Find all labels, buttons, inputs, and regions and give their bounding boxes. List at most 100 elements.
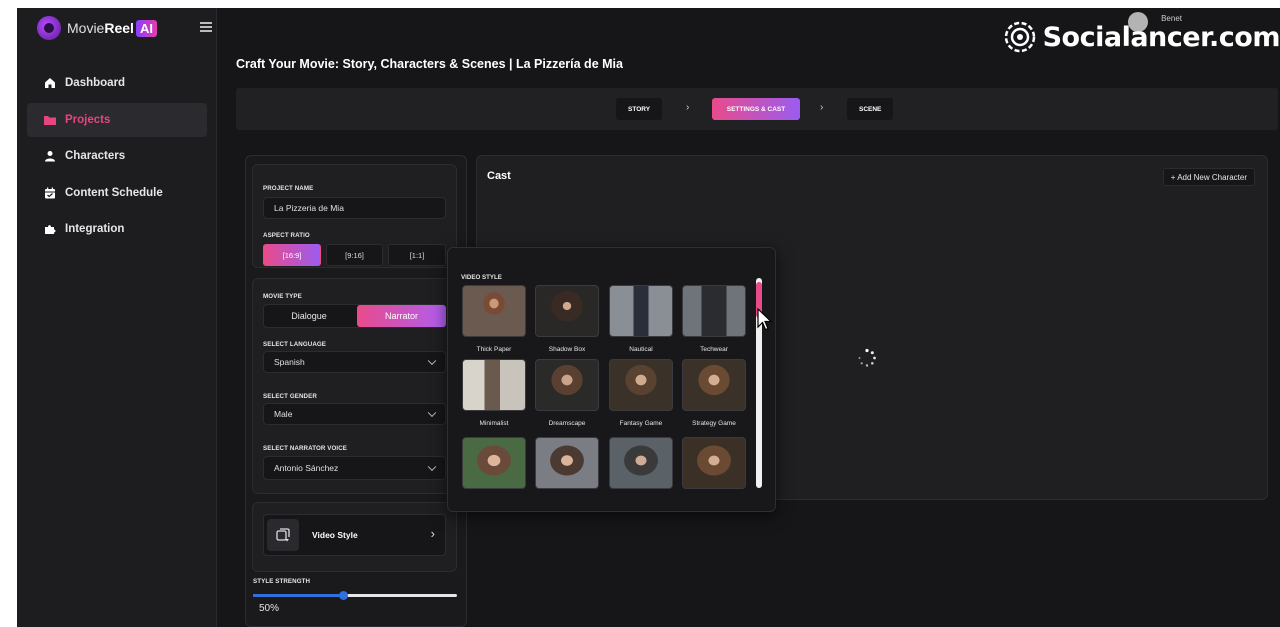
step-label: SETTINGS & CAST [726,105,786,113]
style-thumb-dreamscape[interactable] [535,359,599,411]
project-name-label: PROJECT NAME [263,185,314,192]
project-name-input[interactable]: La Pizzeria de Mia [263,197,446,219]
logo-prefix: Movie [67,20,105,36]
language-value: Spanish [274,357,305,367]
aspect-ratio-label-text: [1:1] [409,250,425,260]
narrator-voice-select[interactable]: Antonio Sánchez [263,456,446,480]
video-style-popup: VIDEO STYLE Thick Paper Shadow Box Nauti… [447,247,776,512]
logo-ai-badge: AI [135,20,157,37]
sidebar-item-label: Content Schedule [65,187,163,199]
style-name: Shadow Box [548,346,586,353]
progress-stepper: STORY › SETTINGS & CAST › SCENE [236,88,1278,130]
sidebar-item-label: Dashboard [65,77,126,89]
language-select[interactable]: Spanish [263,351,446,373]
top-bar: Benet Socialancer.com [217,8,1280,53]
mouse-cursor-icon [757,308,773,331]
step-label: STORY [628,105,651,113]
watermark-text: Socialancer.com [1042,21,1280,53]
chevron-down-icon [427,462,437,472]
sidebar-item-content-schedule[interactable]: Content Schedule [27,176,207,210]
aspect-ratio-label: ASPECT RATIO [263,232,310,239]
add-character-label: + Add New Character [1170,172,1247,182]
movie-settings-card: MOVIE TYPE Dialogue Narrator SELECT LANG… [252,278,457,494]
language-label: SELECT LANGUAGE [263,341,327,348]
step-settings-cast[interactable]: SETTINGS & CAST [712,98,800,120]
gender-label: SELECT GENDER [263,393,317,400]
sidebar-item-label: Characters [65,150,126,162]
style-thumb-shadow-box[interactable] [535,285,599,337]
step-scene[interactable]: SCENE [847,98,894,120]
aspect-ratio-9-16-button[interactable]: [9:16] [326,244,383,266]
video-style-label: Video Style [312,530,358,540]
voice-label: SELECT NARRATOR VOICE [263,445,348,452]
slider-knob[interactable] [338,591,348,600]
user-icon [43,149,57,163]
sidebar-item-label: Projects [65,114,111,126]
style-name: Fantasy Game [619,420,663,427]
image-stack-icon [267,519,299,551]
style-thumb-11[interactable] [682,437,746,489]
logo-bold: Reel [104,20,134,36]
hamburger-menu-icon[interactable] [200,22,212,32]
style-name: Techwear [700,346,728,353]
style-strength-label: STYLE STRENGTH [253,578,311,585]
gender-select[interactable]: Male [263,403,446,425]
step-label: SCENE [859,105,882,113]
logo-text: MovieReel AI [67,20,157,37]
style-thumb-strategy-game[interactable] [682,359,746,411]
slider-fill [253,594,343,597]
style-thumb-fantasy-game[interactable] [609,359,673,411]
chevron-down-icon [427,356,437,366]
style-name: Dreamscape [548,420,586,427]
movie-type-dialogue-button[interactable]: Dialogue [263,305,355,327]
folder-icon [43,113,57,127]
chevron-right-icon: › [430,526,435,541]
style-strength-value: 50% [259,603,280,614]
sidebar-item-label: Integration [65,223,125,235]
sidebar-item-dashboard[interactable]: Dashboard [27,66,207,100]
voice-value: Antonio Sánchez [274,463,339,473]
aspect-ratio-label-text: [9:16] [345,250,364,260]
sidebar-item-projects[interactable]: Projects [27,103,207,137]
cast-title: Cast [487,170,511,182]
socialancer-watermark: Socialancer.com [1003,20,1280,54]
sidebar-item-characters[interactable]: Characters [27,139,207,173]
style-thumb-8[interactable] [462,437,526,489]
movie-type-narrator-button[interactable]: Narrator [357,305,446,327]
sidebar-item-integration[interactable]: Integration [27,212,207,246]
aspect-ratio-label-text: [16:9] [282,250,302,260]
aspect-ratio-1-1-button[interactable]: [1:1] [388,244,446,266]
step-story[interactable]: STORY [616,98,663,120]
chevron-right-icon: › [686,102,690,113]
style-name: Thick Paper [476,346,512,353]
style-thumb-thick-paper[interactable] [462,285,526,337]
style-thumb-minimalist[interactable] [462,359,526,411]
project-settings-card: PROJECT NAME La Pizzeria de Mia ASPECT R… [252,164,457,268]
page-title: Craft Your Movie: Story, Characters & Sc… [236,57,623,71]
video-style-card: Video Style › [252,502,457,572]
video-style-button[interactable]: Video Style › [263,514,446,556]
home-icon [43,76,57,90]
project-name-value: La Pizzeria de Mia [274,203,344,213]
style-name: Nautical [629,346,653,353]
style-thumb-techwear[interactable] [682,285,746,337]
style-thumb-10[interactable] [609,437,673,489]
puzzle-icon [43,222,57,236]
aspect-ratio-16-9-button[interactable]: [16:9] [263,244,321,266]
app-logo[interactable]: MovieReel AI [37,16,157,40]
style-thumb-9[interactable] [535,437,599,489]
sidebar: MovieReel AI Dashboard Projects Character… [17,8,217,627]
video-style-popup-label: VIDEO STYLE [461,274,502,281]
chevron-down-icon [427,408,437,418]
style-name: Strategy Game [692,420,736,427]
style-thumb-nautical[interactable] [609,285,673,337]
segment-label: Narrator [384,311,418,321]
loading-spinner-icon [858,348,876,367]
movie-type-label: MOVIE TYPE [263,293,302,300]
style-strength-slider[interactable] [253,591,457,600]
chevron-right-icon: › [820,102,824,113]
add-new-character-button[interactable]: + Add New Character [1162,168,1255,186]
style-name: Minimalist [479,420,509,427]
segment-label: Dialogue [291,311,327,321]
calendar-icon [43,186,57,200]
